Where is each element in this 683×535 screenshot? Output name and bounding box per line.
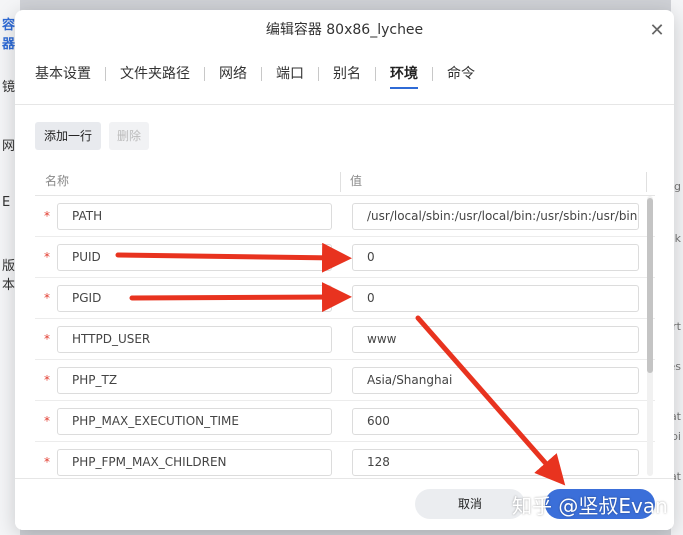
table-row: * PHP_MAX_EXECUTION_TIME 600: [35, 401, 655, 442]
required-mark: *: [44, 291, 50, 305]
column-divider: [646, 172, 647, 192]
tab-separator: [204, 67, 205, 81]
env-value-input[interactable]: 600: [352, 408, 639, 435]
table-body: * PATH /usr/local/sbin:/usr/local/bin:/u…: [35, 196, 655, 478]
table-row: * PUID 0: [35, 237, 655, 278]
watermark: 知乎 @坚叔Evan: [512, 494, 668, 518]
table-row: * PGID 0: [35, 278, 655, 319]
tab-environment[interactable]: 环境: [390, 63, 418, 91]
table-row: * PHP_TZ Asia/Shanghai: [35, 360, 655, 401]
tab-bar: 基本设置 文件夹路径 网络 端口 别名 环境 命令: [35, 62, 475, 92]
bg-fragment: 镜: [2, 80, 16, 95]
tab-aliases[interactable]: 别名: [333, 63, 361, 91]
env-name-input[interactable]: PUID: [57, 244, 332, 271]
divider: [15, 104, 674, 105]
table-header: 名称 值: [35, 168, 655, 196]
env-name-input[interactable]: PHP_TZ: [57, 367, 332, 394]
edit-container-dialog: 编辑容器 80x86_lychee ✕ 基本设置 文件夹路径 网络 端口 别名 …: [15, 10, 674, 530]
env-value-input[interactable]: 0: [352, 244, 639, 271]
header-name: 名称: [45, 174, 70, 188]
env-table: 名称 值 * PATH /usr/local/sbin:/usr/local/b…: [35, 168, 655, 478]
column-divider: [340, 172, 341, 192]
env-name-input[interactable]: PHP_FPM_MAX_CHILDREN: [57, 449, 332, 476]
tab-ports[interactable]: 端口: [276, 63, 304, 91]
env-name-input[interactable]: PGID: [57, 285, 332, 312]
delete-button[interactable]: 删除: [109, 122, 149, 150]
scrollbar-thumb[interactable]: [647, 198, 653, 373]
env-value-input[interactable]: 0: [352, 285, 639, 312]
bg-fragment: k: [674, 232, 681, 245]
env-value-input[interactable]: 128: [352, 449, 639, 476]
required-mark: *: [44, 455, 50, 469]
cancel-button[interactable]: 取消: [415, 489, 525, 519]
required-mark: *: [44, 250, 50, 264]
add-row-button[interactable]: 添加一行: [35, 122, 101, 150]
env-value-input[interactable]: www: [352, 326, 639, 353]
required-mark: *: [44, 373, 50, 387]
env-name-input[interactable]: PATH: [57, 203, 332, 230]
close-icon[interactable]: ✕: [648, 22, 666, 40]
bg-fragment: 网: [2, 139, 16, 154]
tab-command[interactable]: 命令: [447, 63, 475, 91]
required-mark: *: [44, 332, 50, 346]
tab-folder-paths[interactable]: 文件夹路径: [120, 63, 190, 91]
required-mark: *: [44, 209, 50, 223]
env-name-input[interactable]: HTTPD_USER: [57, 326, 332, 353]
table-row: * PHP_FPM_MAX_CHILDREN 128: [35, 442, 655, 478]
tab-network[interactable]: 网络: [219, 63, 247, 91]
tab-basic-settings[interactable]: 基本设置: [35, 63, 91, 91]
tab-separator: [318, 67, 319, 81]
tab-separator: [375, 67, 376, 81]
tab-separator: [432, 67, 433, 81]
required-mark: *: [44, 414, 50, 428]
dialog-title: 编辑容器 80x86_lychee: [265, 22, 424, 38]
bg-fragment: g: [674, 180, 681, 193]
tab-separator: [105, 67, 106, 81]
table-row: * HTTPD_USER www: [35, 319, 655, 360]
table-row: * PATH /usr/local/sbin:/usr/local/bin:/u…: [35, 196, 655, 237]
env-value-input[interactable]: /usr/local/sbin:/usr/local/bin:/usr/sbin…: [352, 203, 639, 230]
env-value-input[interactable]: Asia/Shanghai: [352, 367, 639, 394]
bg-fragment: E: [2, 195, 11, 210]
tab-separator: [261, 67, 262, 81]
env-name-input[interactable]: PHP_MAX_EXECUTION_TIME: [57, 408, 332, 435]
header-value: 值: [350, 174, 363, 188]
